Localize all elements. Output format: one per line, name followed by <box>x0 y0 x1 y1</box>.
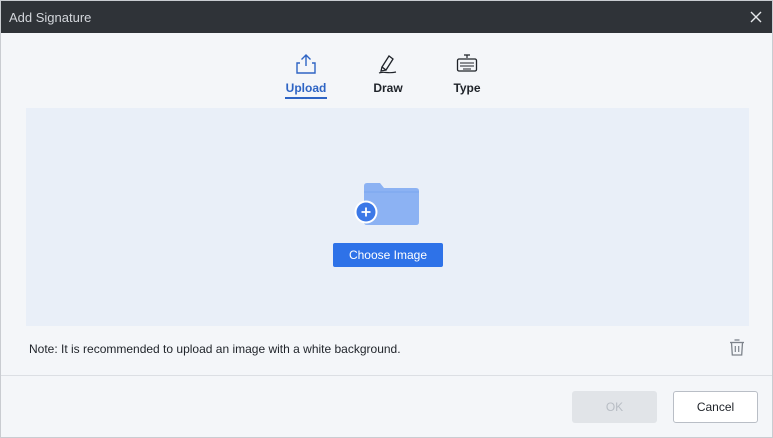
ok-button[interactable]: OK <box>572 391 657 423</box>
upload-icon <box>296 54 316 74</box>
pen-icon <box>378 55 397 74</box>
close-button[interactable] <box>744 5 768 29</box>
choose-image-button[interactable]: Choose Image <box>333 243 443 267</box>
add-signature-dialog: Add Signature Upload Draw Type Choose Im… <box>0 0 773 438</box>
tab-draw-label: Draw <box>373 81 403 95</box>
window-title: Add Signature <box>9 10 92 25</box>
close-icon <box>750 11 762 23</box>
tab-upload[interactable]: Upload <box>276 51 336 99</box>
signature-mode-tabs: Upload Draw Type <box>1 51 772 101</box>
title-bar: Add Signature <box>1 1 772 33</box>
upload-drop-zone[interactable]: Choose Image <box>26 108 749 326</box>
folder-add-icon <box>354 183 419 225</box>
keyboard-icon <box>456 54 478 72</box>
tab-type[interactable]: Type <box>437 51 497 99</box>
delete-button[interactable] <box>727 337 747 357</box>
trash-icon <box>730 339 744 356</box>
tab-type-label: Type <box>453 81 481 95</box>
cancel-button[interactable]: Cancel <box>673 391 758 423</box>
tab-draw[interactable]: Draw <box>358 51 418 99</box>
tab-upload-label: Upload <box>285 81 327 95</box>
active-tab-indicator <box>285 97 327 99</box>
upload-note: Note: It is recommended to upload an ima… <box>29 342 401 356</box>
footer-divider <box>1 375 772 376</box>
